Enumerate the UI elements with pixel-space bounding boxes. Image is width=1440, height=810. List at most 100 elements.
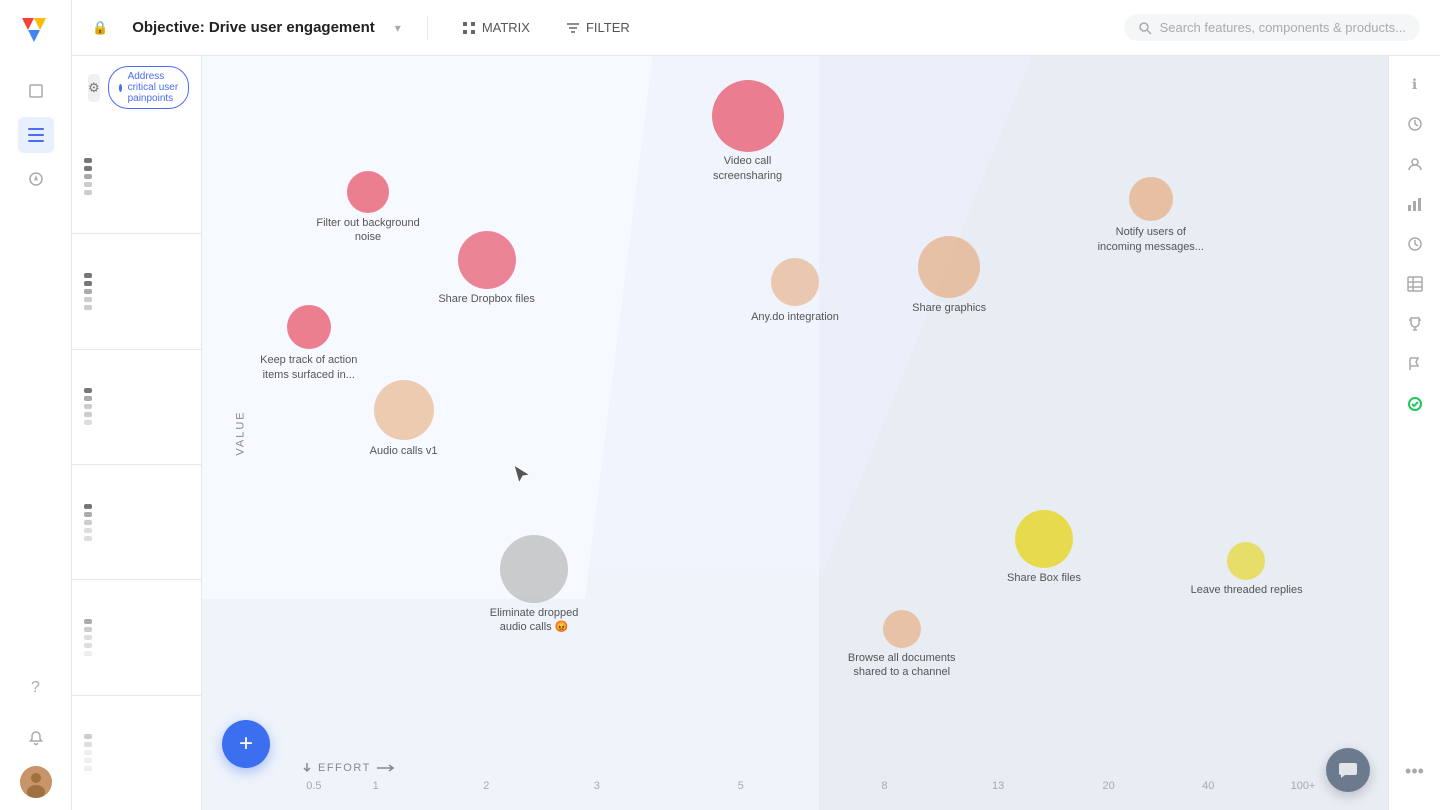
- axis-dot: [84, 281, 92, 286]
- axis-dot: [84, 412, 92, 417]
- bubble-audio-calls[interactable]: [374, 380, 434, 440]
- matrix-icon: [462, 21, 476, 35]
- bubble-share-box[interactable]: [1015, 510, 1073, 568]
- matrix-button[interactable]: MATRIX: [454, 16, 538, 39]
- bubble-share-dropbox[interactable]: [458, 231, 516, 289]
- sidebar-compass-icon[interactable]: [18, 161, 54, 197]
- axis-dot: [84, 158, 92, 163]
- axis-dot: [84, 190, 92, 195]
- axis-dot: [84, 536, 92, 541]
- axis-dot: [84, 512, 92, 517]
- filter-button[interactable]: FILTER: [558, 16, 638, 39]
- rs-more-icon[interactable]: •••: [1405, 761, 1424, 782]
- axis-dot: [84, 520, 92, 525]
- x-tick-8: 8: [881, 780, 887, 792]
- divider: [427, 16, 428, 40]
- axis-row-1: [72, 119, 201, 234]
- x-tick-100: 100+: [1291, 780, 1316, 792]
- x-axis: 0.5 1 2 3 5 8 13 20 40 100+: [262, 776, 1368, 796]
- user-avatar[interactable]: [20, 766, 52, 798]
- sidebar-bell-icon[interactable]: [18, 720, 54, 756]
- rs-info-icon[interactable]: ℹ: [1399, 68, 1431, 100]
- rs-trophy-icon[interactable]: [1399, 308, 1431, 340]
- rs-table-icon[interactable]: [1399, 268, 1431, 300]
- right-arrow-icon: [377, 763, 397, 773]
- sidebar-help-icon[interactable]: ?: [18, 670, 54, 706]
- rs-check-icon[interactable]: [1399, 388, 1431, 420]
- axis-dots-3: [84, 388, 92, 425]
- axis-dot: [84, 297, 92, 302]
- axis-row-2: [72, 234, 201, 349]
- x-tick-2: 2: [483, 780, 489, 792]
- chart-area: VALUE Video callscreensharing Filter out…: [202, 56, 1388, 810]
- search-icon: [1138, 21, 1152, 35]
- axis-dot: [84, 758, 92, 763]
- axis-dot: [84, 619, 92, 624]
- rs-user-icon[interactable]: [1399, 148, 1431, 180]
- x-tick-40: 40: [1202, 780, 1214, 792]
- bubble-notify-users[interactable]: [1129, 177, 1173, 221]
- axis-dot: [84, 166, 92, 171]
- gear-button[interactable]: ⚙: [88, 74, 100, 102]
- x-tick-1: 1: [373, 780, 379, 792]
- rs-history-icon[interactable]: [1399, 108, 1431, 140]
- axis-dot: [84, 635, 92, 640]
- axis-dots-1: [84, 158, 92, 195]
- axis-dots-2: [84, 273, 92, 310]
- fab-add-button[interactable]: +: [222, 720, 270, 768]
- bubble-share-graphics[interactable]: [918, 236, 980, 298]
- right-sidebar: ℹ •••: [1388, 56, 1440, 810]
- axis-dot: [84, 396, 92, 401]
- axis-dot: [84, 627, 92, 632]
- bubble-eliminate-dropped[interactable]: [500, 535, 568, 603]
- page-title: Objective: Drive user engagement: [132, 19, 375, 36]
- bubble-leave-threaded[interactable]: [1227, 542, 1265, 580]
- x-tick-13: 13: [992, 780, 1004, 792]
- effort-label: EFFORT: [318, 762, 371, 774]
- axis-row-6: [72, 696, 201, 810]
- x-tick-5: 5: [738, 780, 744, 792]
- axis-dot: [84, 750, 92, 755]
- topbar: 🔒 Objective: Drive user engagement ▾ MAT…: [72, 0, 1440, 56]
- bubble-keep-track[interactable]: [287, 305, 331, 349]
- axis-dot: [84, 273, 92, 278]
- title-dropdown-icon[interactable]: ▾: [395, 21, 401, 35]
- sidebar-list-icon[interactable]: [18, 117, 54, 153]
- search-bar[interactable]: Search features, components & products..…: [1124, 14, 1420, 41]
- axis-row-5: [72, 580, 201, 695]
- chat-icon: [1337, 759, 1359, 781]
- axis-dot: [84, 289, 92, 294]
- axis-dot: [84, 174, 92, 179]
- axis-row-4: [72, 465, 201, 580]
- bubble-browse-docs[interactable]: [883, 610, 921, 648]
- axis-dot: [84, 305, 92, 310]
- axis-dots-4: [84, 504, 92, 541]
- axis-dot: [84, 420, 92, 425]
- x-tick-3: 3: [594, 780, 600, 792]
- axis-dot: [84, 651, 92, 656]
- y-axis-label: VALUE: [235, 410, 247, 455]
- bubble-video-call[interactable]: [712, 80, 784, 152]
- axis-dot: [84, 643, 92, 648]
- filter-bar: ⚙ Address critical user painpoints: [72, 56, 201, 119]
- rs-chart-icon[interactable]: [1399, 188, 1431, 220]
- filter-label: FILTER: [586, 20, 630, 35]
- bubble-filter-bg[interactable]: [347, 171, 389, 213]
- initiative-button[interactable]: Address critical user painpoints: [108, 66, 190, 109]
- logo[interactable]: [18, 12, 54, 53]
- chat-button[interactable]: [1326, 748, 1370, 792]
- matrix-label: MATRIX: [482, 20, 530, 35]
- bg-region-topleft: [202, 56, 653, 599]
- x-tick-0.5: 0.5: [306, 780, 321, 792]
- rs-clock-icon[interactable]: [1399, 228, 1431, 260]
- search-placeholder: Search features, components & products..…: [1160, 20, 1406, 35]
- filter-icon: [566, 21, 580, 35]
- initiative-label: Address critical user painpoints: [128, 71, 179, 104]
- axis-dots-5: [84, 619, 92, 656]
- sidebar-page-icon[interactable]: [18, 73, 54, 109]
- rs-flag-icon[interactable]: [1399, 348, 1431, 380]
- axis-dot: [84, 528, 92, 533]
- up-arrow-icon: [302, 763, 312, 773]
- axis-dot: [84, 404, 92, 409]
- bubble-anydo[interactable]: [771, 258, 819, 306]
